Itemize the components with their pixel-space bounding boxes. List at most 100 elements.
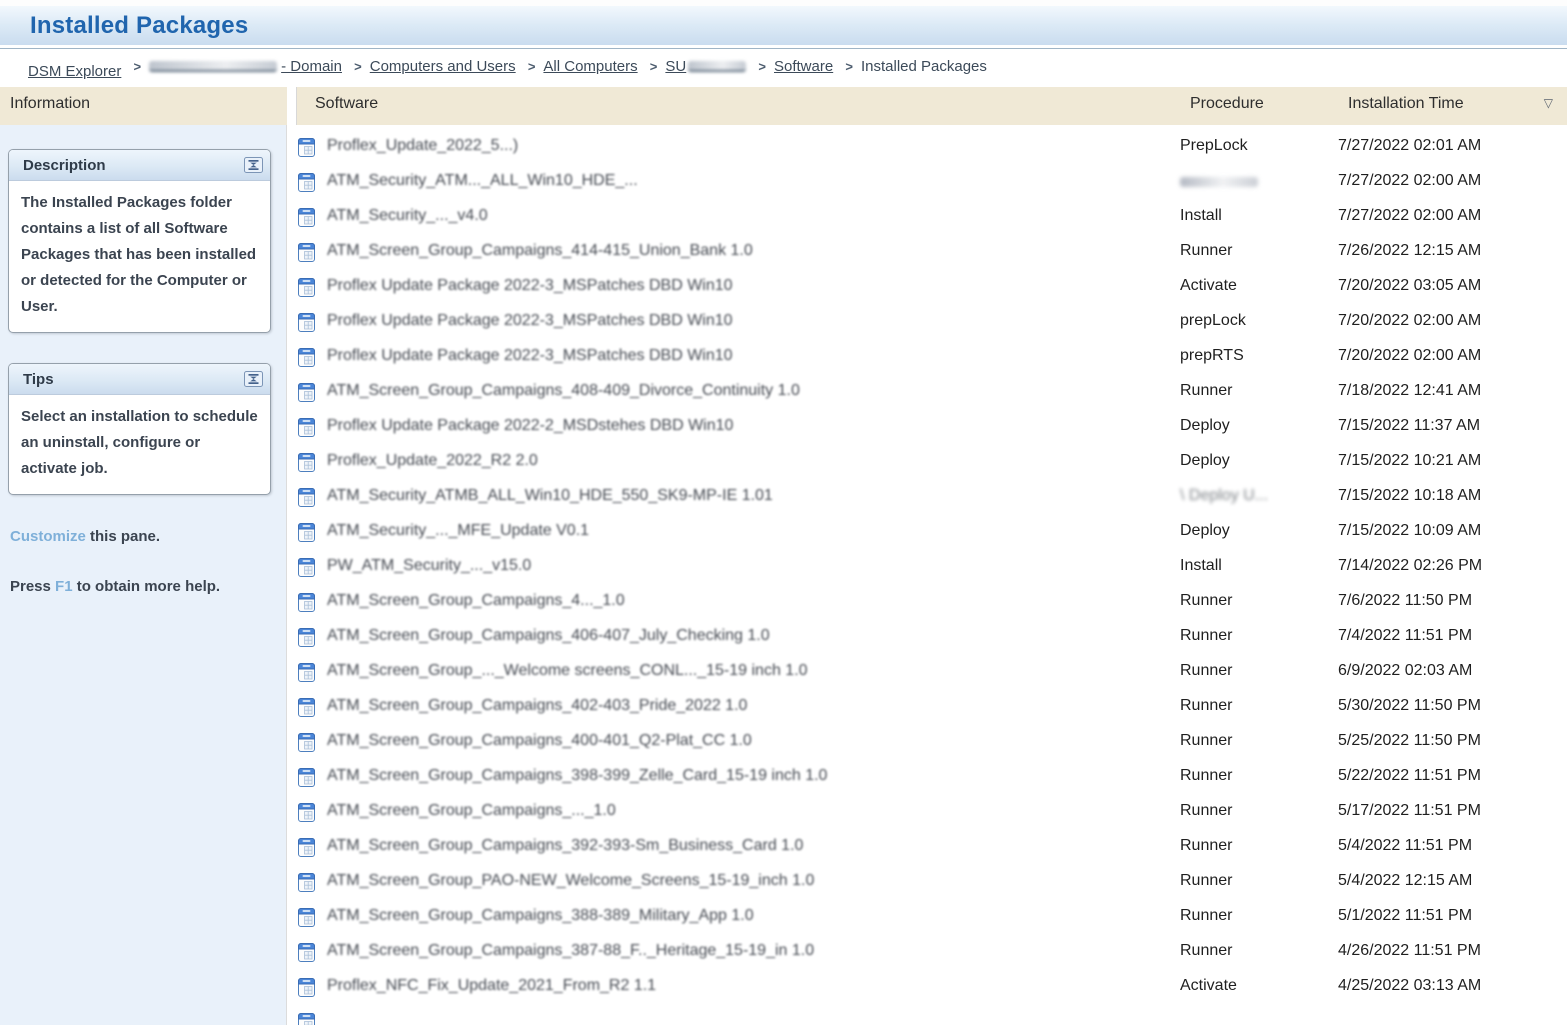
table-row[interactable]: ATM_Security_..._MFE_Update V0.1 Deploy …	[287, 515, 1567, 550]
procedure-cell: Runner	[1180, 242, 1232, 260]
breadcrumb-separator: >	[758, 59, 766, 74]
software-name: Proflex Update Package 2022-3_MSPatches …	[327, 277, 733, 294]
column-header-software[interactable]: Software	[315, 95, 378, 112]
table-row[interactable]: ATM_Screen_Group_Campaigns_402-403_Pride…	[287, 690, 1567, 725]
table-row[interactable]: ATM_Security_ATMB_ALL_Win10_HDE_550_SK9-…	[287, 480, 1567, 515]
software-name: Proflex_NFC_Fix_Update_2021_From_R2 1.1	[327, 977, 657, 994]
software-package-icon	[298, 906, 315, 932]
software-name: ATM_Screen_Group_Campaigns_402-403_Pride…	[327, 697, 748, 714]
procedure-value: Runner	[1180, 907, 1233, 924]
table-row[interactable]: Proflex Update Package 2022-3_MSPatches …	[287, 270, 1567, 305]
software-package-icon	[298, 171, 315, 197]
procedure-value: Deploy	[1180, 452, 1230, 469]
procedure-value: Runner	[1180, 872, 1233, 889]
customize-note: Customize this pane.	[10, 525, 260, 549]
software-package-icon	[298, 836, 315, 862]
software-name: ATM_Screen_Group_Campaigns_388-389_Milit…	[327, 907, 754, 924]
procedure-value: PrepLock	[1180, 137, 1248, 154]
installation-time-cell: 7/27/2022 02:01 AM	[1338, 137, 1482, 154]
table-row[interactable]: ATM_Screen_Group_Campaigns_387-88_F.._He…	[287, 935, 1567, 970]
procedure-value: Runner	[1180, 662, 1233, 679]
breadcrumb-item[interactable]: DSM Explorer	[12, 63, 121, 80]
installation-time-cell: 7/20/2022 03:05 AM	[1338, 277, 1482, 294]
procedure-cell: prepRTS	[1180, 347, 1244, 365]
table-row[interactable]: ATM_Security_ATM..._ALL_Win10_HDE_... 7/…	[287, 165, 1567, 200]
procedure-cell: Deploy	[1180, 522, 1230, 540]
software-name: ATM_Security_..._MFE_Update V0.1	[327, 522, 590, 539]
software-package-icon	[298, 241, 315, 267]
procedure-value: \ Deploy U...	[1180, 487, 1269, 504]
info-panel: Description The Installed Packages folde…	[8, 149, 271, 333]
table-row[interactable]: Proflex Update Package 2022-3_MSPatches …	[287, 305, 1567, 340]
table-row[interactable]: ATM_Screen_Group_Campaigns_4..._1.0 Runn…	[287, 585, 1567, 620]
breadcrumb-item[interactable]: > Installed Packages	[837, 58, 987, 75]
content-area: Description The Installed Packages folde…	[0, 125, 1567, 1025]
table-row[interactable]: ATM_Security_..._v4.0 Install 7/27/2022 …	[287, 200, 1567, 235]
software-package-icon	[298, 731, 315, 757]
table-row[interactable]: ATM_Screen_Group_Campaigns_392-393-Sm_Bu…	[287, 830, 1567, 865]
table-row[interactable]: ATM_Screen_Group_Campaigns_414-415_Union…	[287, 235, 1567, 270]
procedure-cell: Runner	[1180, 627, 1232, 645]
breadcrumb-label: All Computers	[543, 58, 638, 75]
column-header-installation-time[interactable]: Installation Time	[1348, 95, 1464, 113]
software-package-icon	[298, 521, 315, 547]
column-header-procedure[interactable]: Procedure	[1190, 95, 1264, 113]
breadcrumb-item[interactable]: > Computers and Users	[346, 58, 516, 75]
installation-time-cell: 5/1/2022 11:51 PM	[1338, 907, 1473, 924]
breadcrumb-item[interactable]: > Software	[750, 58, 833, 75]
software-name: ATM_Screen_Group_Campaigns_398-399_Zelle…	[327, 767, 828, 784]
collapse-panel-icon[interactable]	[244, 157, 263, 173]
procedure-cell: Runner	[1180, 802, 1232, 820]
table-row[interactable]: ATM_Screen_Group_Campaigns_400-401_Q2-Pl…	[287, 725, 1567, 760]
breadcrumb-item[interactable]: > - Domain	[126, 58, 342, 75]
software-package-icon	[298, 801, 315, 827]
table-row[interactable]: ATM_Screen_Group_Campaigns_..._1.0 Runne…	[287, 795, 1567, 830]
title-bar: Installed Packages	[0, 6, 1567, 49]
customize-link[interactable]: Customize	[10, 528, 86, 545]
procedure-cell: PrepLock	[1180, 137, 1248, 155]
installation-time-cell: 5/4/2022 11:51 PM	[1338, 837, 1473, 854]
table-row[interactable]: Proflex_Update_2022_R2 2.0 Deploy 7/15/2…	[287, 445, 1567, 480]
software-name: ATM_Security_..._v4.0	[327, 207, 488, 224]
table-row[interactable]: ATM_Screen_Group_Campaigns_408-409_Divor…	[287, 375, 1567, 410]
procedure-cell: \ Deploy U...	[1180, 487, 1268, 505]
installation-time-cell: 7/26/2022 12:15 AM	[1338, 242, 1482, 259]
table-row[interactable]	[287, 1005, 1567, 1025]
table-row[interactable]: ATM_Screen_Group_Campaigns_406-407_July_…	[287, 620, 1567, 655]
breadcrumb-separator: >	[133, 59, 142, 74]
installation-time-cell: 7/15/2022 10:09 AM	[1338, 522, 1482, 539]
panel-header[interactable]: Description	[9, 150, 270, 181]
procedure-value: Runner	[1180, 592, 1233, 609]
panel-title: Description	[23, 156, 106, 174]
procedure-value: Runner	[1180, 732, 1233, 749]
table-row[interactable]: PW_ATM_Security_..._v15.0 Install 7/14/2…	[287, 550, 1567, 585]
procedure-cell: Deploy	[1180, 417, 1230, 435]
procedure-value: prepLock	[1180, 312, 1246, 329]
breadcrumb-item[interactable]: > SU	[642, 58, 747, 75]
panel-body: Select an installation to schedule an un…	[21, 408, 258, 477]
f1-help-link[interactable]: F1	[55, 578, 73, 595]
installation-time-cell: 7/20/2022 02:00 AM	[1338, 312, 1482, 329]
procedure-cell: Install	[1180, 207, 1222, 225]
software-name: ATM_Screen_Group_Campaigns_387-88_F.._He…	[327, 942, 815, 959]
table-row[interactable]: ATM_Screen_Group_Campaigns_398-399_Zelle…	[287, 760, 1567, 795]
installation-time-cell: 5/25/2022 11:50 PM	[1338, 732, 1481, 749]
breadcrumb-item[interactable]: > All Computers	[520, 58, 638, 75]
procedure-value: Deploy	[1180, 417, 1230, 434]
software-package-icon	[298, 556, 315, 582]
collapse-panel-icon[interactable]	[244, 371, 263, 387]
table-row[interactable]: Proflex Update Package 2022-3_MSPatches …	[287, 340, 1567, 375]
column-header-row: Information Software Procedure Installat…	[0, 87, 1567, 125]
panel-header[interactable]: Tips	[9, 364, 270, 395]
table-row[interactable]: ATM_Screen_Group_Campaigns_388-389_Milit…	[287, 900, 1567, 935]
table-row[interactable]: Proflex_Update_2022_5...) PrepLock 7/27/…	[287, 130, 1567, 165]
software-package-icon	[298, 696, 315, 722]
sort-descending-icon[interactable]: ▽	[1544, 96, 1553, 110]
installation-time-cell: 4/26/2022 11:51 PM	[1338, 942, 1481, 959]
help-note-text: to obtain more help.	[72, 578, 221, 595]
installation-time-cell: 5/22/2022 11:51 PM	[1338, 767, 1481, 784]
table-row[interactable]: Proflex_NFC_Fix_Update_2021_From_R2 1.1 …	[287, 970, 1567, 1005]
table-row[interactable]: ATM_Screen_Group_..._Welcome screens_CON…	[287, 655, 1567, 690]
table-row[interactable]: ATM_Screen_Group_PAO-NEW_Welcome_Screens…	[287, 865, 1567, 900]
table-row[interactable]: Proflex Update Package 2022-2_MSDstehes …	[287, 410, 1567, 445]
